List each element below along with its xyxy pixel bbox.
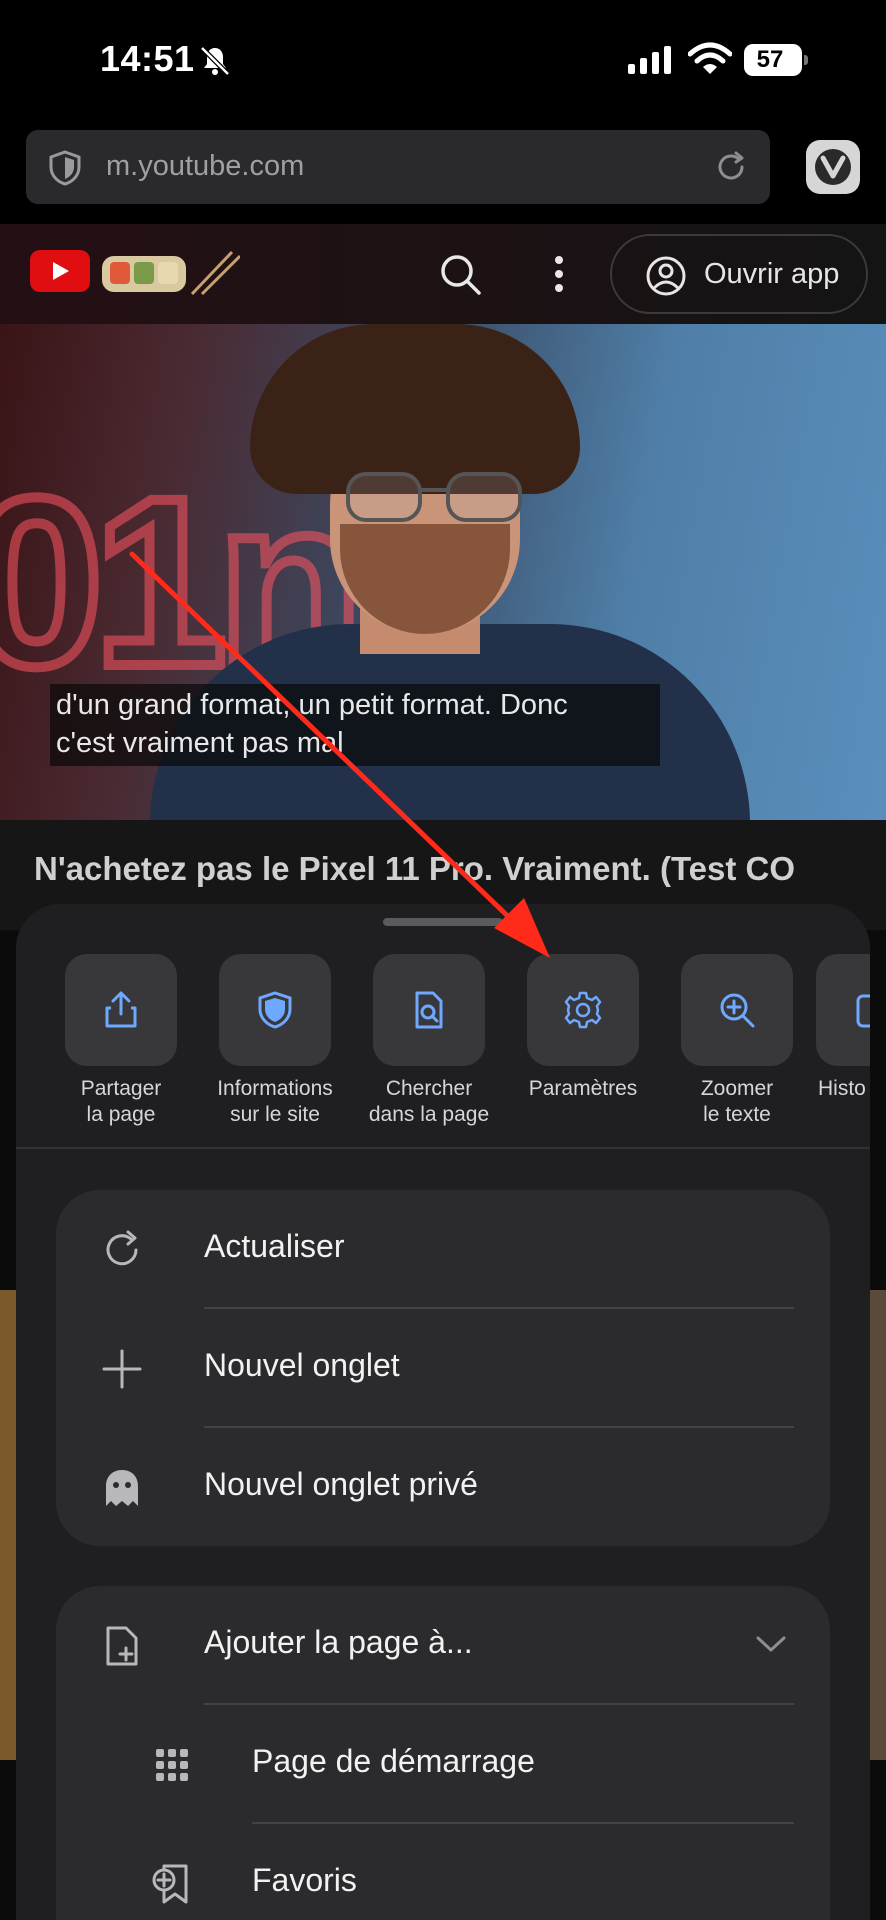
caption-line-2: c'est vraiment pas mal — [56, 727, 344, 759]
reload-icon — [106, 1230, 138, 1266]
quick-action-label: Chercher dans la page — [368, 1077, 490, 1126]
plus-icon — [102, 1349, 142, 1389]
menu-group-navigation: Actualiser Nouvel onglet Nouvel onglet p… — [56, 1190, 830, 1546]
youtube-header: Ouvrir app — [0, 224, 886, 324]
menu-group-add-page: Ajouter la page à... Page de démarrage F… — [56, 1586, 830, 1920]
vivaldi-menu-button[interactable] — [806, 140, 860, 194]
youtube-doodle-icon[interactable] — [100, 248, 240, 298]
menu-item-start-page[interactable]: Page de démarrage — [56, 1705, 830, 1824]
quick-action-tile[interactable] — [65, 954, 177, 1066]
status-time: 14:51 — [100, 38, 195, 79]
quick-action-tile[interactable] — [816, 954, 870, 1066]
battery-indicator: 57 — [744, 44, 808, 76]
url-text: m.youtube.com — [106, 150, 305, 182]
browser-toolbar: m.youtube.com — [0, 120, 886, 224]
menu-item-new-private-tab[interactable]: Nouvel onglet privé — [56, 1428, 830, 1546]
add-page-icon — [106, 1626, 138, 1666]
quick-action-history[interactable]: Histo — [816, 954, 870, 1102]
bookmark-add-icon — [152, 1864, 188, 1904]
sheet-divider — [16, 1147, 870, 1149]
youtube-logo[interactable] — [30, 250, 90, 292]
quick-action-label: Informations sur le site — [217, 1077, 333, 1126]
zoom-in-icon — [720, 993, 755, 1028]
site-security-shield-icon[interactable] — [48, 150, 82, 186]
quick-action-tile[interactable] — [219, 954, 331, 1066]
status-bar: 14:51 57 — [0, 0, 886, 120]
menu-item-bookmarks[interactable]: Favoris — [56, 1824, 830, 1920]
wifi-icon — [688, 42, 732, 74]
quick-action-tile[interactable] — [681, 954, 793, 1066]
quick-action-label: Partager la page — [80, 1077, 162, 1126]
quick-action-tile[interactable] — [527, 954, 639, 1066]
find-in-page-icon — [415, 991, 443, 1029]
reload-icon[interactable] — [714, 150, 748, 184]
ghost-icon — [106, 1470, 138, 1506]
menu-item-new-tab[interactable]: Nouvel onglet — [56, 1309, 830, 1428]
open-app-button[interactable]: Ouvrir app — [610, 234, 868, 314]
battery-level: 57 — [756, 46, 784, 73]
video-title[interactable]: N'achetez pas le Pixel 11 Pro. Vraiment.… — [34, 850, 864, 888]
search-icon[interactable] — [438, 252, 482, 296]
quick-action-settings[interactable]: Paramètres — [508, 954, 658, 1102]
sheet-drag-handle[interactable] — [383, 918, 503, 926]
video-player[interactable]: 01n d'un grand format, un petit format. … — [0, 324, 886, 820]
shield-icon — [258, 991, 292, 1029]
menu-item-label: Nouvel onglet — [204, 1347, 400, 1383]
quick-action-share[interactable]: Partager la page — [46, 954, 196, 1128]
more-options-icon[interactable] — [548, 252, 570, 296]
quick-action-tile[interactable] — [373, 954, 485, 1066]
quick-action-label: Histo — [818, 1077, 866, 1100]
cell-signal-icon — [628, 46, 671, 74]
caption-line-1: d'un grand format, un petit format. Donc — [56, 689, 568, 721]
chevron-down-icon[interactable] — [754, 1632, 788, 1656]
menu-item-label: Page de démarrage — [252, 1743, 535, 1779]
quick-actions-row: Partager la page Informations sur le sit… — [16, 954, 870, 1144]
quick-action-label: Zoomer le texte — [700, 1077, 774, 1126]
menu-item-label: Actualiser — [204, 1228, 345, 1264]
grid-icon — [156, 1749, 188, 1781]
browser-menu-sheet: Partager la page Informations sur le sit… — [16, 904, 870, 1920]
history-icon — [856, 994, 870, 1028]
share-icon — [105, 991, 137, 1028]
quick-action-find-in-page[interactable]: Chercher dans la page — [354, 954, 504, 1128]
menu-item-refresh[interactable]: Actualiser — [56, 1190, 830, 1309]
quick-action-label: Paramètres — [528, 1077, 638, 1100]
silent-bell-icon — [200, 46, 230, 76]
vivaldi-logo-icon — [815, 149, 851, 185]
menu-item-label: Ajouter la page à... — [204, 1624, 473, 1660]
glasses — [346, 472, 522, 522]
video-caption: d'un grand format, un petit format. Donc… — [50, 684, 660, 766]
quick-action-zoom-text[interactable]: Zoomer le texte — [662, 954, 812, 1128]
open-app-label: Ouvrir app — [704, 258, 840, 290]
gear-icon — [564, 991, 602, 1029]
address-bar[interactable]: m.youtube.com — [26, 130, 770, 204]
menu-item-label: Nouvel onglet privé — [204, 1466, 478, 1502]
account-icon — [646, 256, 686, 296]
menu-item-add-page-to[interactable]: Ajouter la page à... — [56, 1586, 830, 1705]
quick-action-site-info[interactable]: Informations sur le site — [200, 954, 350, 1128]
menu-item-label: Favoris — [252, 1862, 357, 1898]
screen: 14:51 57 m.youtube.com Ouvrir app 01n d'… — [0, 0, 886, 1920]
